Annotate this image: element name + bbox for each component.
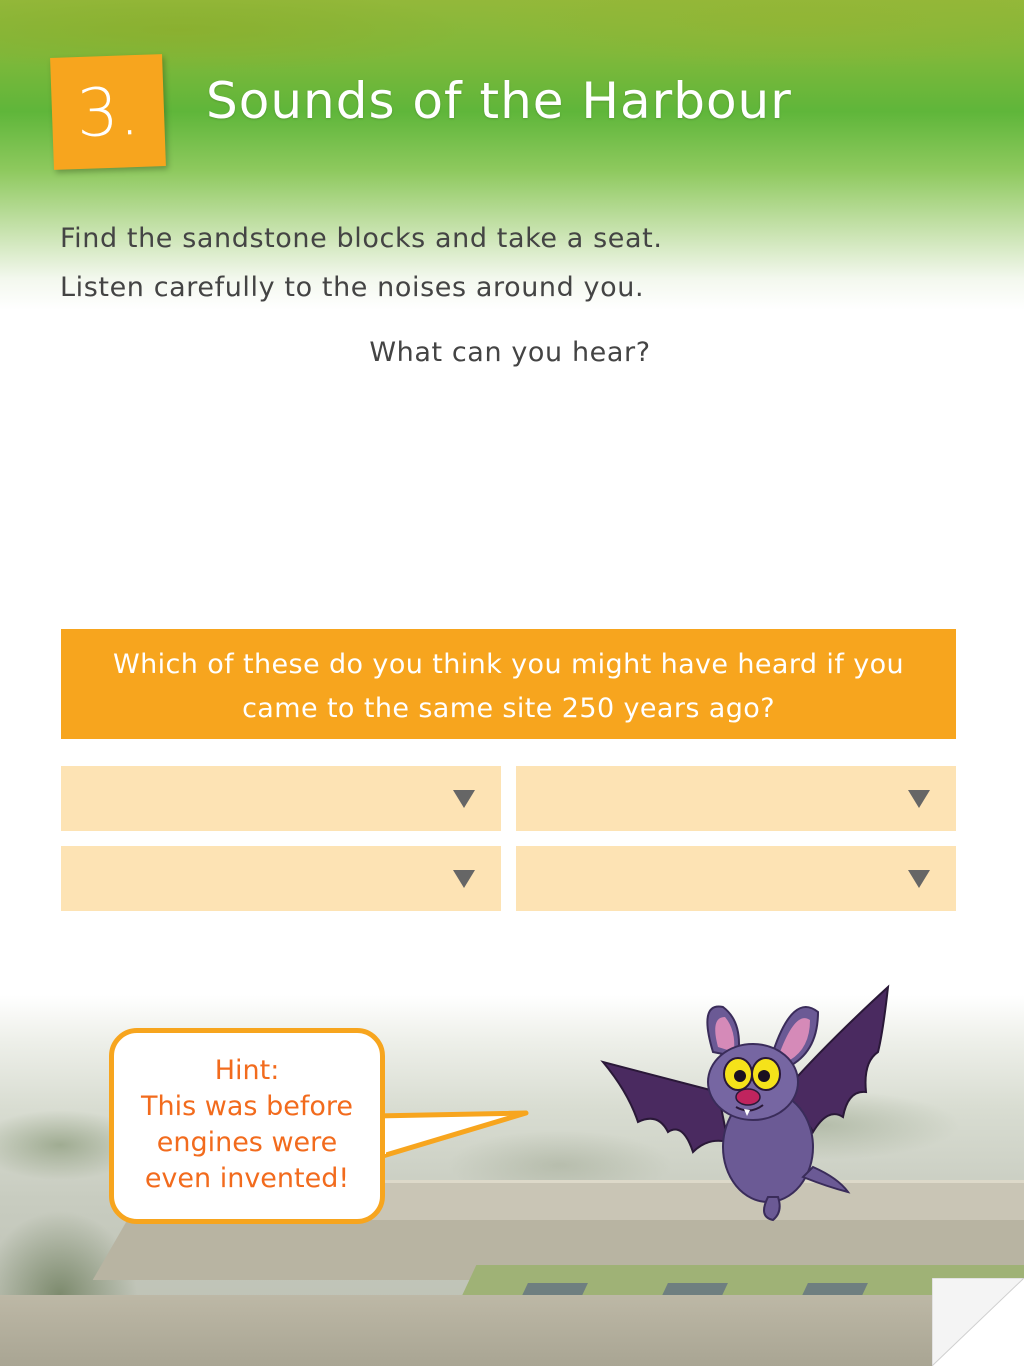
hint-line-1: This was before xyxy=(141,1091,353,1122)
question-banner: Which of these do you think you might ha… xyxy=(61,629,956,739)
answer-dropdown-3[interactable] xyxy=(61,846,501,911)
hint-speech-bubble: Hint: This was before engines were even … xyxy=(109,1028,385,1224)
hint-line-3: even invented! xyxy=(144,1163,350,1194)
intro-line-2: Listen carefully to the noises around yo… xyxy=(60,272,645,303)
hint-label: Hint: xyxy=(214,1055,280,1086)
answer-dropdown-2[interactable] xyxy=(516,766,956,831)
hearing-prompt: What can you hear? xyxy=(369,337,651,368)
hint-line-2: engines were xyxy=(156,1127,338,1158)
page-title: Sounds of the Harbour xyxy=(206,72,792,130)
chevron-down-icon xyxy=(453,790,475,808)
speech-bubble-tail xyxy=(376,1110,529,1161)
activity-number: 3. xyxy=(75,72,141,152)
chevron-down-icon xyxy=(453,870,475,888)
activity-number-badge: 3. xyxy=(50,54,166,170)
page-turn-icon[interactable] xyxy=(932,1278,1024,1366)
chevron-down-icon xyxy=(908,790,930,808)
answer-dropdown-4[interactable] xyxy=(516,846,956,911)
chevron-down-icon xyxy=(908,870,930,888)
intro-line-1: Find the sandstone blocks and take a sea… xyxy=(60,223,663,254)
answer-dropdown-1[interactable] xyxy=(61,766,501,831)
bat-mascot xyxy=(600,984,890,1222)
intro-text: Find the sandstone blocks and take a sea… xyxy=(60,214,663,312)
